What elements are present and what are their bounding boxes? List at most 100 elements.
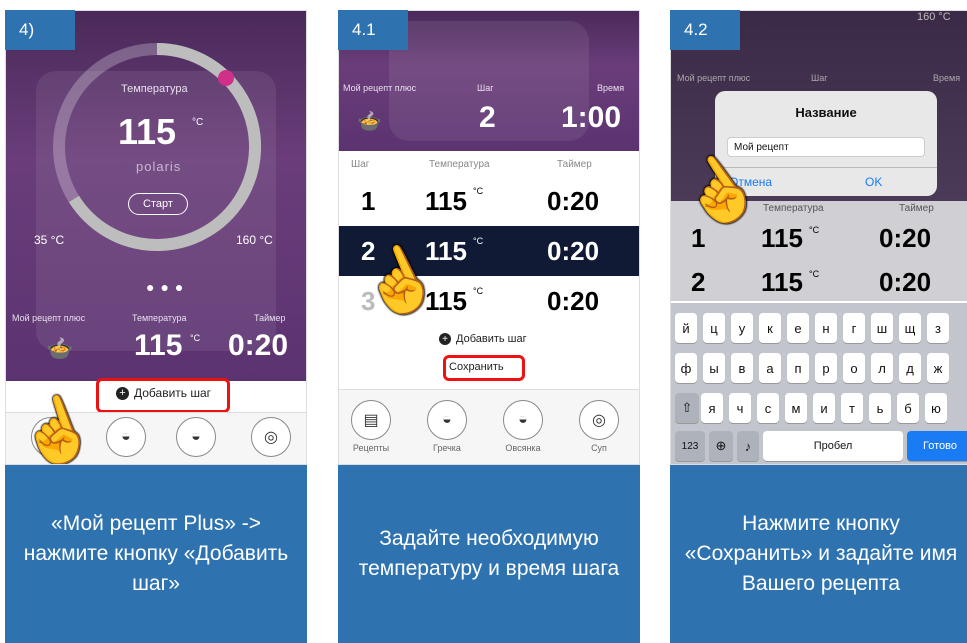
bottom-nav: ▤ ◒ ◒ ◎ Рецепты Гречка Овсянка Суп: [339, 389, 639, 464]
phone-screen: Мой рецепт плюс Шаг Время 🍲 2 1:00 Шаг Т…: [338, 10, 640, 465]
keyboard-key[interactable]: о: [843, 353, 865, 383]
recipe-icon: 🍲: [357, 111, 382, 133]
min-temp: 35 °C: [34, 233, 65, 247]
start-button[interactable]: Старт: [128, 193, 188, 215]
table-row[interactable]: 1 115 °C 0:20: [339, 176, 639, 226]
temp-label: Температура: [121, 83, 188, 95]
phone-screen: Температура 115 °C polaris Старт 35 °C 1…: [5, 10, 307, 465]
highlight-box: [96, 378, 230, 413]
nav-buckwheat-label: Гречка: [433, 443, 461, 453]
row-step: 1: [361, 185, 376, 216]
keyboard-key[interactable]: у: [731, 313, 753, 343]
step-value[interactable]: 2: [479, 101, 496, 135]
nav-oatmeal[interactable]: ◒: [176, 417, 216, 457]
plus-icon: +: [439, 333, 451, 345]
keyboard-key[interactable]: ш: [871, 313, 893, 343]
row-timer: 0:20: [547, 285, 600, 316]
keyboard-key[interactable]: й: [675, 313, 697, 343]
top-temp: 160 °C: [917, 11, 951, 23]
step-label: Шаг: [477, 83, 494, 93]
row-unit: °C: [809, 269, 820, 279]
row-timer: 0:20: [547, 235, 600, 266]
phone-screen: 160 °C Мой рецепт плюс Шаг Время Названи…: [670, 10, 967, 465]
keyboard-key[interactable]: ч: [729, 393, 751, 423]
row-unit: °C: [809, 225, 820, 235]
numbers-key[interactable]: 123: [675, 431, 705, 461]
keyboard-key[interactable]: м: [785, 393, 807, 423]
step-label: Шаг: [811, 73, 828, 83]
dialog-title: Название: [795, 105, 857, 120]
temp-value: 115: [118, 111, 177, 152]
keyboard-key[interactable]: т: [841, 393, 863, 423]
max-temp: 160 °C: [236, 233, 273, 247]
nav-soup[interactable]: ◎: [579, 400, 619, 440]
step-tag: 4): [5, 10, 75, 50]
hero-area: Температура 115 °C polaris Старт 35 °C 1…: [6, 11, 306, 381]
shift-key[interactable]: ⇧: [675, 393, 699, 423]
keyboard-key[interactable]: ю: [925, 393, 947, 423]
keyboard-key[interactable]: а: [759, 353, 781, 383]
step-timer[interactable]: 0:20: [228, 329, 288, 363]
time-label: Время: [597, 83, 625, 93]
keyboard-key[interactable]: з: [927, 313, 949, 343]
page-dots: ●●●: [146, 279, 190, 295]
microphone-icon[interactable]: ♪: [737, 431, 759, 461]
mode-label: Мой рецепт плюс: [677, 73, 751, 83]
mode-label: Мой рецепт плюс: [12, 313, 86, 323]
keyboard-key[interactable]: л: [871, 353, 893, 383]
keyboard-key[interactable]: и: [813, 393, 835, 423]
done-key[interactable]: Готово: [907, 431, 967, 461]
nav-oatmeal-label: Овсянка: [505, 443, 541, 453]
pointing-hand-icon: ☝: [8, 385, 105, 465]
keyboard-key[interactable]: к: [759, 313, 781, 343]
caption: «Мой рецепт Plus» -> нажмите кнопку «Доб…: [5, 465, 307, 643]
row-temp: 115: [761, 267, 803, 297]
step-tag: 4.1: [338, 10, 408, 50]
caption: Задайте необходимую температуру и время …: [338, 465, 640, 643]
nav-recipes[interactable]: ▤: [351, 400, 391, 440]
keyboard-key[interactable]: ц: [703, 313, 725, 343]
globe-icon[interactable]: ⊕: [709, 431, 733, 461]
add-step-button[interactable]: + Добавить шаг: [439, 333, 527, 345]
caption: Нажмите кнопку «Сохранить» и задайте имя…: [670, 465, 967, 643]
keyboard-key[interactable]: ж: [927, 353, 949, 383]
keyboard-key[interactable]: р: [815, 353, 837, 383]
col-timer: Таймер: [899, 203, 934, 214]
step-unit: °C: [190, 333, 201, 343]
row-timer: 0:20: [547, 185, 600, 216]
highlight-box: [443, 355, 525, 381]
space-key[interactable]: Пробел: [763, 431, 903, 461]
keyboard-key[interactable]: п: [787, 353, 809, 383]
keyboard-key[interactable]: ф: [675, 353, 697, 383]
panel-step-4-2: 4.2 160 °C Мой рецепт плюс Шаг Время Наз…: [670, 0, 967, 643]
row-unit: °C: [473, 286, 484, 296]
keyboard-key[interactable]: в: [731, 353, 753, 383]
keyboard-key[interactable]: е: [787, 313, 809, 343]
keyboard-key[interactable]: я: [701, 393, 723, 423]
nav-buckwheat[interactable]: ◒: [427, 400, 467, 440]
keyboard-key[interactable]: ь: [869, 393, 891, 423]
keyboard-key[interactable]: д: [899, 353, 921, 383]
row-temp: 115: [425, 185, 467, 216]
keyboard-key[interactable]: г: [843, 313, 865, 343]
nav-soup[interactable]: ◎: [251, 417, 291, 457]
col-temp: Температура: [763, 203, 824, 214]
nav-buckwheat[interactable]: ◒: [106, 417, 146, 457]
keyboard: йцукенгшщз фывапролдж ячсмитьбю ⇧ 123 ⊕ …: [671, 303, 967, 464]
nav-oatmeal[interactable]: ◒: [503, 400, 543, 440]
ok-button[interactable]: OK: [865, 175, 882, 189]
panel-step-4: 4) Температура 115 °C polaris Старт 35 °…: [5, 0, 307, 643]
time-label: Время: [933, 73, 961, 83]
row-step: 2: [691, 267, 706, 297]
time-value[interactable]: 1:00: [561, 101, 621, 135]
step-temp[interactable]: 115: [134, 329, 182, 363]
keyboard-key[interactable]: ы: [703, 353, 725, 383]
recipe-name-input[interactable]: Мой рецепт: [727, 137, 925, 157]
step-tag: 4.2: [670, 10, 740, 50]
keyboard-key[interactable]: щ: [899, 313, 921, 343]
keyboard-key[interactable]: б: [897, 393, 919, 423]
keyboard-key[interactable]: с: [757, 393, 779, 423]
keyboard-key[interactable]: н: [815, 313, 837, 343]
row-unit: °C: [473, 236, 484, 246]
mode-label: Мой рецепт плюс: [343, 83, 417, 93]
